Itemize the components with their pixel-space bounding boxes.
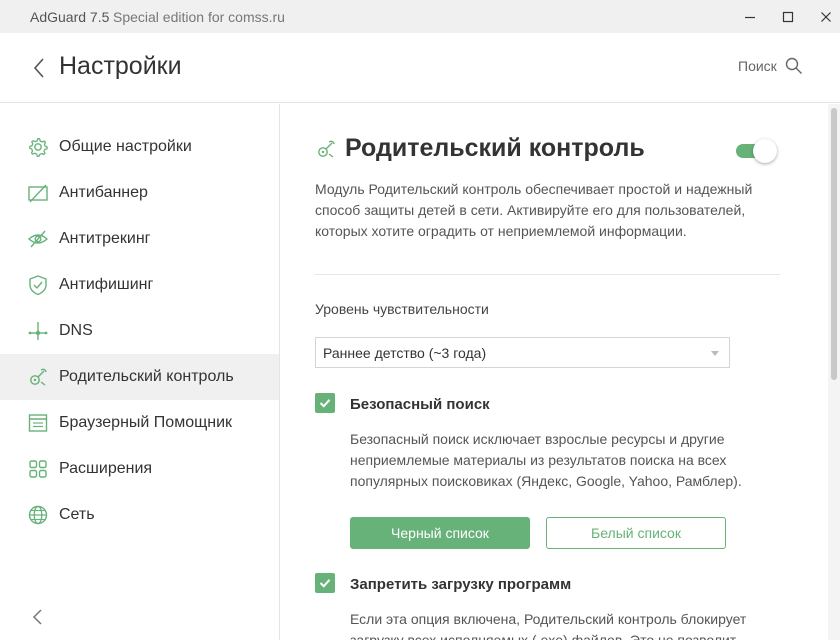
gear-icon [29, 137, 48, 157]
close-icon [821, 11, 831, 22]
back-button[interactable] [28, 55, 50, 81]
extensions-grid-icon [29, 460, 47, 478]
search-icon [785, 57, 802, 74]
sensitivity-label: Уровень чувствительности [315, 301, 489, 317]
sidebar-item-label: Антибаннер [59, 184, 148, 201]
block-downloads-title: Запретить загрузку программ [350, 576, 572, 593]
sidebar-item-label: Антифишинг [59, 276, 154, 293]
app-title: AdGuard 7.5 [30, 9, 110, 25]
search-button[interactable]: Поиск [738, 57, 803, 75]
sidebar-item-label: Общие настройки [59, 138, 192, 155]
globe-icon [28, 505, 48, 525]
safe-search-title: Безопасный поиск [350, 396, 490, 413]
sidebar-item-antitracking[interactable]: Антитрекинг [0, 216, 279, 262]
sidebar: Общие настройки Антибаннер Антитрекинг А… [0, 104, 280, 640]
sidebar-item-label: Родительский контроль [59, 368, 234, 385]
sidebar-item-network[interactable]: Сеть [0, 492, 279, 538]
antibanner-icon [28, 184, 48, 203]
maximize-icon [782, 11, 794, 22]
sidebar-item-general[interactable]: Общие настройки [0, 124, 279, 170]
close-button[interactable] [806, 0, 840, 33]
section-description: Модуль Родительский контроль обеспечивае… [315, 181, 753, 239]
sidebar-item-antibanner[interactable]: Антибаннер [0, 170, 279, 216]
minimize-button[interactable] [730, 0, 770, 33]
parental-control-icon [30, 368, 47, 386]
toggle-knob [753, 139, 777, 163]
app-edition: Special edition for comss.ru [113, 9, 285, 25]
checkmark-icon [319, 579, 331, 588]
section-title: Родительский контроль [345, 134, 645, 162]
sidebar-item-label: DNS [59, 322, 93, 339]
collapse-sidebar-button[interactable] [30, 607, 46, 627]
safe-search-description: Безопасный поиск исключает взрослые ресу… [350, 431, 742, 489]
blacklist-button[interactable]: Черный список [350, 517, 530, 549]
maximize-button[interactable] [768, 0, 808, 33]
sidebar-item-extensions[interactable]: Расширения [0, 446, 279, 492]
checkmark-icon [319, 399, 331, 408]
scrollbar-thumb[interactable] [831, 108, 837, 380]
block-downloads-description: Если эта опция включена, Родительский ко… [350, 611, 747, 640]
title-bar: AdGuard 7.5 Special edition for comss.ru [0, 0, 840, 33]
sidebar-item-dns[interactable]: DNS [0, 308, 279, 354]
shield-check-icon [29, 275, 47, 296]
antitracking-eye-icon [27, 230, 49, 248]
page-title: Настройки [59, 52, 182, 80]
parental-control-icon [318, 140, 335, 158]
settings-content: Родительский контроль Модуль Родительски… [281, 104, 827, 640]
sidebar-item-label: Антитрекинг [59, 230, 151, 247]
browser-assistant-icon [28, 414, 48, 432]
block-downloads-checkbox[interactable] [315, 573, 335, 593]
chevron-left-icon [33, 58, 44, 78]
parental-control-toggle[interactable] [736, 139, 778, 163]
sidebar-item-label: Сеть [59, 506, 95, 523]
content-scrollbar[interactable] [828, 104, 840, 640]
safe-search-checkbox[interactable] [315, 393, 335, 413]
sidebar-item-label: Расширения [59, 460, 153, 477]
whitelist-button[interactable]: Белый список [546, 517, 726, 549]
dns-network-icon [28, 322, 48, 340]
sidebar-item-label: Браузерный Помощник [59, 414, 233, 431]
sidebar-item-browser-assistant[interactable]: Браузерный Помощник [0, 400, 279, 446]
divider [315, 274, 780, 275]
page-header: Настройки Поиск [0, 33, 840, 103]
sensitivity-selected-value: Раннее детство (~3 года) [323, 345, 487, 361]
chevron-down-icon [711, 351, 719, 356]
sensitivity-select[interactable]: Раннее детство (~3 года) [315, 337, 730, 368]
search-label: Поиск [738, 58, 777, 74]
sidebar-item-antiphishing[interactable]: Антифишинг [0, 262, 279, 308]
sidebar-item-parental-control[interactable]: Родительский контроль [0, 354, 279, 400]
minimize-icon [745, 16, 755, 18]
chevron-left-icon [32, 609, 42, 625]
